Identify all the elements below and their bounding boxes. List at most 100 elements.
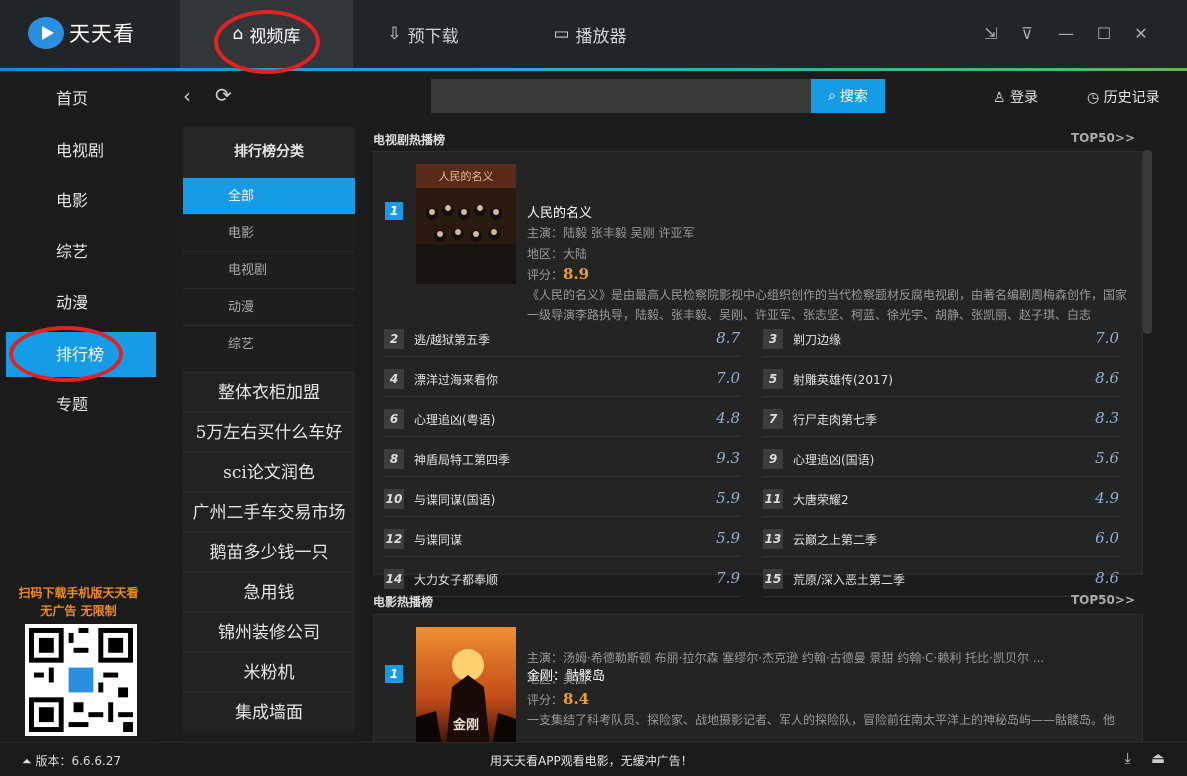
ranking-item[interactable]: 5 射雕英雄传(2017) 8.6 bbox=[763, 361, 1119, 397]
category-anime[interactable]: 动漫 bbox=[183, 288, 355, 325]
menu-dropdown-icon[interactable]: ⊽ bbox=[1017, 24, 1037, 44]
status-bar: ⏶ 版本：6.6.6.27 用天天看APP观看电影，无缓冲广告！ ⤓ ⏏ bbox=[0, 742, 1187, 776]
item-title[interactable]: 云巅之上第二季 bbox=[793, 531, 877, 548]
qr-code-image bbox=[29, 628, 133, 732]
sidebar-item-movie[interactable]: 电影 bbox=[6, 178, 156, 223]
download-icon: ⇩ bbox=[387, 24, 402, 44]
ad-link[interactable]: 米粉机 bbox=[183, 652, 355, 692]
score-value: 8.9 bbox=[563, 265, 590, 283]
minimize-icon[interactable]: — bbox=[1056, 24, 1076, 44]
featured-tv[interactable]: 1 人民的名义 人民的名义 主演：陆毅 张丰毅 吴刚 许亚军 地区：大陆 评分：… bbox=[384, 164, 1134, 322]
ad-link[interactable]: 鹅苗多少钱一只 bbox=[183, 532, 355, 572]
ad-links: 整体衣柜加盟 5万左右买什么车好 sci论文润色 广州二手车交易市场 鹅苗多少钱… bbox=[183, 372, 355, 732]
maximize-icon[interactable]: ☐ bbox=[1094, 24, 1114, 44]
tab-player[interactable]: ▭ 播放器 bbox=[520, 0, 660, 68]
rank-number: 15 bbox=[763, 569, 783, 589]
category-panel: 排行榜分类 全部 电影 电视剧 动漫 综艺 整体衣柜加盟 5万左右买什么车好 s… bbox=[183, 127, 355, 739]
ranking-item[interactable]: 12 与谍同谋 5.9 bbox=[384, 521, 740, 557]
ranking-item[interactable]: 9 心理追凶(国语) 5.6 bbox=[763, 441, 1119, 477]
search-button[interactable]: ⌕ 搜索 bbox=[811, 79, 885, 113]
search-input[interactable] bbox=[431, 79, 811, 113]
poster-image[interactable]: 人民的名义 bbox=[416, 164, 516, 284]
sidebar-item-variety[interactable]: 综艺 bbox=[6, 229, 156, 274]
movie-section-header: 电影热播榜 TOP50>> bbox=[365, 588, 1143, 610]
sidebar-item-home[interactable]: 首页 bbox=[6, 76, 156, 121]
ad-link[interactable]: 集成墙面 bbox=[183, 692, 355, 732]
item-score: 7.9 bbox=[716, 569, 740, 587]
item-title[interactable]: 与谍同谋(国语) bbox=[414, 491, 495, 508]
category-variety[interactable]: 综艺 bbox=[183, 325, 355, 362]
ad-link[interactable]: sci论文润色 bbox=[183, 452, 355, 492]
sidebar-item-tv[interactable]: 电视剧 bbox=[6, 128, 156, 173]
featured-title[interactable]: 人民的名义 bbox=[527, 202, 592, 221]
top50-link[interactable]: TOP50>> bbox=[1071, 131, 1135, 145]
mini-mode-icon[interactable]: ⇲ bbox=[981, 24, 1001, 44]
ranking-item[interactable]: 2 逃/越狱第五季 8.7 bbox=[384, 321, 740, 357]
item-title[interactable]: 荒原/深入恶土第二季 bbox=[793, 571, 905, 588]
svg-text:人民的名义: 人民的名义 bbox=[439, 169, 494, 183]
search-icon: ⌕ bbox=[828, 88, 836, 104]
item-title[interactable]: 射雕英雄传(2017) bbox=[793, 371, 893, 388]
sidebar-item-anime[interactable]: 动漫 bbox=[6, 280, 156, 325]
ad-link[interactable]: 广州二手车交易市场 bbox=[183, 492, 355, 532]
ranking-item[interactable]: 8 神盾局特工第四季 9.3 bbox=[384, 441, 740, 477]
history-button[interactable]: ◷ 历史记录 bbox=[1087, 87, 1160, 107]
rank-number: 2 bbox=[384, 329, 404, 349]
featured-score: 评分：8.4 bbox=[527, 690, 589, 708]
rank-number: 9 bbox=[763, 449, 783, 469]
ranking-item[interactable]: 6 心理追凶(粤语) 4.8 bbox=[384, 401, 740, 437]
item-title[interactable]: 神盾局特工第四季 bbox=[414, 451, 510, 468]
ad-link[interactable]: 整体衣柜加盟 bbox=[183, 372, 355, 412]
search-button-label: 搜索 bbox=[839, 89, 868, 105]
ranking-item[interactable]: 4 漂洋过海来看你 7.0 bbox=[384, 361, 740, 397]
ad-link[interactable]: 急用钱 bbox=[183, 572, 355, 612]
ranking-item[interactable]: 13 云巅之上第二季 6.0 bbox=[763, 521, 1119, 557]
eject-icon[interactable]: ⏏ bbox=[1151, 749, 1165, 767]
item-title[interactable]: 行尸走肉第七季 bbox=[793, 411, 877, 428]
close-icon[interactable]: ✕ bbox=[1131, 24, 1151, 44]
category-all[interactable]: 全部 bbox=[183, 177, 355, 214]
download-icon[interactable]: ⤓ bbox=[1124, 749, 1131, 767]
poster-image[interactable]: 金刚 bbox=[416, 627, 516, 742]
player-icon: ▭ bbox=[553, 24, 570, 44]
ranking-item[interactable]: 10 与谍同谋(国语) 5.9 bbox=[384, 481, 740, 517]
status-notice[interactable]: 用天天看APP观看电影，无缓冲广告！ bbox=[490, 752, 693, 769]
refresh-icon[interactable]: ⟳ bbox=[215, 83, 232, 107]
back-arrow-icon[interactable]: ‹ bbox=[183, 84, 191, 108]
item-score: 9.3 bbox=[716, 449, 740, 467]
promo-line: 扫码下载手机版天天看 bbox=[18, 586, 139, 600]
promo-text: 扫码下载手机版天天看 无广告 无限制 bbox=[0, 584, 157, 620]
sidebar-item-topics[interactable]: 专题 bbox=[6, 382, 156, 427]
ranking-item[interactable]: 3 剃刀边缘 7.0 bbox=[763, 321, 1119, 357]
item-score: 6.0 bbox=[1095, 529, 1119, 547]
category-tv[interactable]: 电视剧 bbox=[183, 251, 355, 288]
item-title[interactable]: 大力女子都奉顺 bbox=[414, 571, 498, 588]
item-title[interactable]: 大唐荣耀2 bbox=[793, 491, 849, 508]
toolbar: ‹ ⟳ ⌕ 搜索 ♙ 登录 ◷ 历史记录 bbox=[157, 71, 1187, 121]
ranking-item[interactable]: 11 大唐荣耀2 4.9 bbox=[763, 481, 1119, 517]
item-title[interactable]: 与谍同谋 bbox=[414, 531, 462, 548]
tab-pre-download[interactable]: ⇩ 预下载 bbox=[353, 0, 493, 68]
svg-text:金刚: 金刚 bbox=[452, 717, 479, 733]
featured-movie[interactable]: 1 金刚 金刚：骷髅岛 主演：汤姆·希德勒斯顿 布丽·拉尔森 塞缪尔·杰克逊 约… bbox=[384, 627, 1134, 742]
item-title[interactable]: 剃刀边缘 bbox=[793, 331, 841, 348]
ranking-item[interactable]: 7 行尸走肉第七季 8.3 bbox=[763, 401, 1119, 437]
login-label: 登录 bbox=[1010, 90, 1039, 106]
item-score: 5.6 bbox=[1095, 449, 1119, 467]
scrollbar-thumb[interactable] bbox=[1143, 150, 1152, 334]
login-button[interactable]: ♙ 登录 bbox=[993, 87, 1038, 107]
featured-cast: 主演：陆毅 张丰毅 吴刚 许亚军 bbox=[527, 226, 695, 240]
item-title[interactable]: 心理追凶(国语) bbox=[793, 451, 874, 468]
featured-region: 地区：大陆 bbox=[527, 247, 588, 261]
ad-link[interactable]: 锦州装修公司 bbox=[183, 612, 355, 652]
item-title[interactable]: 逃/越狱第五季 bbox=[414, 331, 490, 348]
top50-link[interactable]: TOP50>> bbox=[1071, 593, 1135, 607]
item-title[interactable]: 心理追凶(粤语) bbox=[414, 411, 495, 428]
version-info[interactable]: ⏶ 版本：6.6.6.27 bbox=[22, 752, 121, 769]
item-title[interactable]: 漂洋过海来看你 bbox=[414, 371, 498, 388]
version-label: 版本：6.6.6.27 bbox=[35, 754, 122, 768]
category-movie[interactable]: 电影 bbox=[183, 214, 355, 251]
rank-badge: 1 bbox=[385, 202, 403, 220]
ad-link[interactable]: 5万左右买什么车好 bbox=[183, 412, 355, 452]
rank-number: 11 bbox=[763, 489, 783, 509]
